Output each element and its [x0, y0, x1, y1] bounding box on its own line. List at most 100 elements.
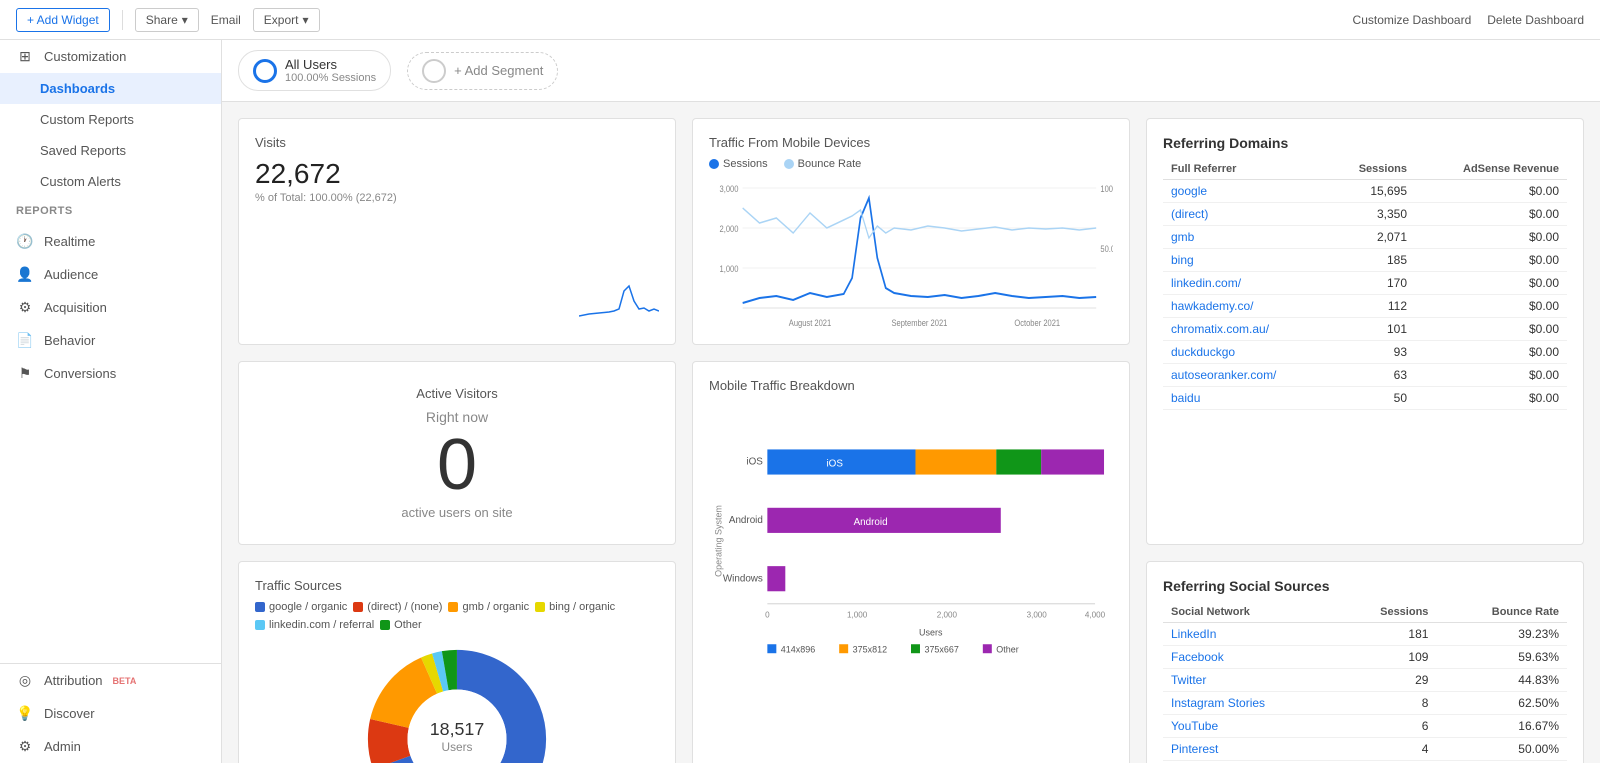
bounce-rate-legend: Bounce Rate: [784, 158, 862, 170]
sidebar-item-discover[interactable]: 💡 Discover: [0, 697, 221, 730]
toolbar-right: Customize Dashboard Delete Dashboard: [1353, 13, 1584, 27]
referrer-cell[interactable]: bing: [1163, 249, 1328, 272]
revenue-cell: $0.00: [1415, 226, 1567, 249]
svg-text:Other: Other: [996, 644, 1018, 654]
table-row: google 15,695 $0.00: [1163, 180, 1567, 203]
gmb-dot: [448, 602, 458, 612]
discover-icon: 💡: [16, 705, 34, 722]
svg-text:Android: Android: [854, 517, 888, 528]
traffic-sources-legend: google / organic (direct) / (none) gmb /…: [255, 601, 659, 631]
network-cell[interactable]: Twitter: [1163, 669, 1336, 692]
visits-title: Visits: [255, 135, 659, 150]
svg-text:Users: Users: [441, 740, 472, 754]
attribution-beta-badge: BETA: [113, 676, 137, 686]
network-cell[interactable]: Pinterest: [1163, 738, 1336, 761]
col-social-sessions-header: Sessions: [1336, 602, 1437, 623]
referrer-cell[interactable]: hawkademy.co/: [1163, 295, 1328, 318]
referrer-cell[interactable]: duckduckgo: [1163, 341, 1328, 364]
sidebar-item-acquisition[interactable]: ⚙ Acquisition: [0, 291, 221, 324]
referrer-cell[interactable]: google: [1163, 180, 1328, 203]
attribution-icon: ◎: [16, 672, 34, 689]
bounce-cell: 44.83%: [1436, 669, 1567, 692]
bounce-cell: 59.63%: [1436, 646, 1567, 669]
referrer-cell[interactable]: gmb: [1163, 226, 1328, 249]
sidebar-item-admin[interactable]: ⚙ Admin: [0, 730, 221, 763]
sidebar: ⊞ Customization Dashboards Custom Report…: [0, 40, 222, 763]
referring-social-title: Referring Social Sources: [1163, 578, 1567, 594]
svg-text:3,000: 3,000: [720, 183, 739, 194]
traffic-sources-widget: Traffic Sources google / organic (direct…: [238, 561, 676, 763]
referrer-cell[interactable]: chromatix.com.au/: [1163, 318, 1328, 341]
sessions-cell: 181: [1336, 623, 1437, 646]
col-referrer-header: Full Referrer: [1163, 159, 1328, 180]
revenue-cell: $0.00: [1415, 295, 1567, 318]
referrer-cell[interactable]: autoseoranker.com/: [1163, 364, 1328, 387]
table-row: autoseoranker.com/ 63 $0.00: [1163, 364, 1567, 387]
all-users-segment[interactable]: All Users 100.00% Sessions: [238, 50, 391, 91]
donut-chart-container: 18,517 Users 14.8% 9.1% 69.5%: [255, 639, 659, 763]
network-cell[interactable]: Facebook: [1163, 646, 1336, 669]
svg-text:375x812: 375x812: [853, 644, 887, 654]
sessions-cell: 6: [1336, 715, 1437, 738]
customize-dashboard-link[interactable]: Customize Dashboard: [1353, 13, 1472, 27]
table-row: Facebook 109 59.63%: [1163, 646, 1567, 669]
other-dot: [380, 620, 390, 630]
behavior-icon: 📄: [16, 332, 34, 349]
visits-value: 22,672: [255, 158, 659, 190]
add-segment-circle: [422, 59, 446, 83]
sessions-cell: 185: [1328, 249, 1415, 272]
sidebar-item-saved-reports[interactable]: Saved Reports: [0, 135, 221, 166]
sidebar-item-dashboards[interactable]: Dashboards: [0, 73, 221, 104]
table-row: Twitter 29 44.83%: [1163, 669, 1567, 692]
svg-text:August 2021: August 2021: [789, 317, 832, 328]
bounce-cell: 62.50%: [1436, 692, 1567, 715]
share-button[interactable]: Share ▾: [135, 8, 199, 32]
network-cell[interactable]: LinkedIn: [1163, 623, 1336, 646]
revenue-cell: $0.00: [1415, 249, 1567, 272]
segment-label: All Users: [285, 57, 376, 72]
right-now-label: Right now: [263, 409, 651, 425]
bounce-cell: 16.67%: [1436, 715, 1567, 738]
active-users-label: active users on site: [263, 505, 651, 520]
network-cell[interactable]: Instagram Stories: [1163, 692, 1336, 715]
sidebar-item-behavior[interactable]: 📄 Behavior: [0, 324, 221, 357]
revenue-cell: $0.00: [1415, 387, 1567, 410]
add-widget-button[interactable]: + Add Widget: [16, 8, 110, 32]
sidebar-item-custom-alerts[interactable]: Custom Alerts: [0, 166, 221, 197]
sidebar-item-custom-reports[interactable]: Custom Reports: [0, 104, 221, 135]
add-segment-button[interactable]: + Add Segment: [407, 52, 558, 90]
sidebar-item-attribution[interactable]: ◎ Attribution BETA: [0, 664, 221, 697]
referrer-cell[interactable]: baidu: [1163, 387, 1328, 410]
legend-bing: bing / organic: [535, 601, 615, 613]
sessions-cell: 101: [1328, 318, 1415, 341]
sidebar-item-customization[interactable]: ⊞ Customization: [0, 40, 221, 73]
referrer-cell[interactable]: linkedin.com/: [1163, 272, 1328, 295]
svg-text:Users: Users: [919, 627, 943, 637]
sessions-cell: 112: [1328, 295, 1415, 318]
referrer-cell[interactable]: (direct): [1163, 203, 1328, 226]
top-toolbar: + Add Widget Share ▾ Email Export ▾ Cust…: [0, 0, 1600, 40]
svg-text:Android: Android: [729, 515, 763, 526]
referring-domains-title: Referring Domains: [1163, 135, 1567, 151]
svg-text:50.00%: 50.00%: [1100, 243, 1113, 254]
sidebar-item-audience[interactable]: 👤 Audience: [0, 258, 221, 291]
network-cell[interactable]: YouTube: [1163, 715, 1336, 738]
svg-text:Operating System: Operating System: [714, 505, 724, 577]
acquire-icon: ⚙: [16, 299, 34, 316]
sidebar-item-conversions[interactable]: ⚑ Conversions: [0, 357, 221, 390]
sessions-cell: 93: [1328, 341, 1415, 364]
bounce-cell: 50.00%: [1436, 738, 1567, 761]
referring-domains-table: Full Referrer Sessions AdSense Revenue g…: [1163, 159, 1567, 410]
svg-text:iOS: iOS: [746, 457, 763, 468]
share-chevron-icon: ▾: [182, 13, 188, 27]
sidebar-item-realtime[interactable]: 🕐 Realtime: [0, 225, 221, 258]
table-row: baidu 50 $0.00: [1163, 387, 1567, 410]
table-row: gmb 2,071 $0.00: [1163, 226, 1567, 249]
table-row: Instagram Stories 8 62.50%: [1163, 692, 1567, 715]
table-row: bing 185 $0.00: [1163, 249, 1567, 272]
email-button[interactable]: Email: [211, 13, 241, 27]
visits-sub: % of Total: 100.00% (22,672): [255, 192, 659, 204]
export-button[interactable]: Export ▾: [253, 8, 320, 32]
delete-dashboard-link[interactable]: Delete Dashboard: [1487, 13, 1584, 27]
clock-icon: 🕐: [16, 233, 34, 250]
